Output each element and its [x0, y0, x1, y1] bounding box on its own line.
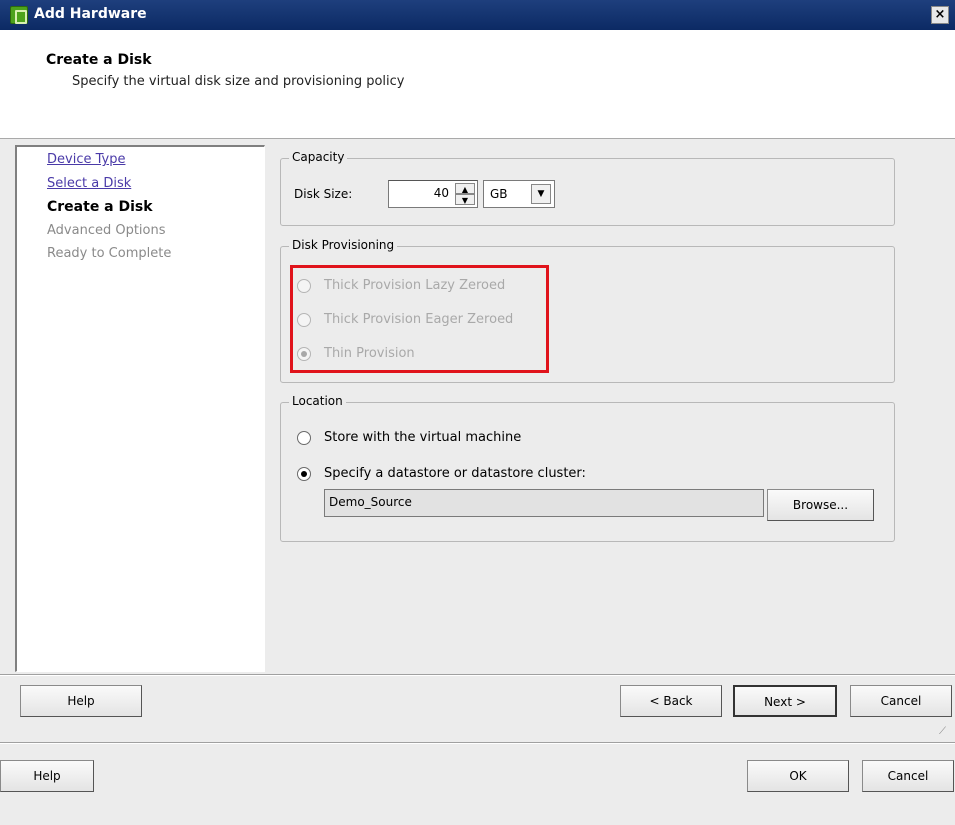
outer-cancel-button[interactable]: Cancel	[862, 760, 954, 792]
radio-button[interactable]	[297, 467, 311, 481]
disk-size-value: 40	[433, 186, 449, 200]
separator	[0, 674, 955, 676]
capacity-legend: Capacity	[289, 150, 348, 164]
wizard-cancel-button[interactable]: Cancel	[850, 685, 952, 717]
radio-label: Store with the virtual machine	[324, 430, 522, 445]
page-subtitle: Specify the virtual disk size and provis…	[72, 74, 405, 89]
wizard-header: Create a Disk Specify the virtual disk s…	[0, 30, 955, 139]
step-advanced-options: Advanced Options	[47, 223, 166, 238]
window-title: Add Hardware	[34, 6, 147, 22]
disk-size-stepper[interactable]: 40 ▲ ▼	[388, 180, 478, 208]
ok-button[interactable]: OK	[747, 760, 849, 792]
radio-label: Specify a datastore or datastore cluster…	[324, 466, 586, 481]
wizard-help-button[interactable]: Help	[20, 685, 142, 717]
step-create-a-disk: Create a Disk	[47, 199, 153, 215]
browse-button[interactable]: Browse...	[767, 489, 874, 521]
disk-size-label: Disk Size:	[294, 187, 353, 201]
page-title: Create a Disk	[46, 52, 152, 68]
outer-help-button[interactable]: Help	[0, 760, 94, 792]
disk-unit-value: GB	[490, 187, 508, 201]
resize-grip-icon[interactable]: ⟋	[939, 726, 951, 738]
datastore-value: Demo_Source	[329, 495, 412, 509]
separator	[0, 742, 955, 744]
next-button[interactable]: Next >	[733, 685, 837, 717]
increment-icon[interactable]: ▲	[455, 183, 475, 194]
datastore-field[interactable]: Demo_Source	[324, 489, 764, 517]
highlight-box	[290, 265, 549, 373]
decrement-icon[interactable]: ▼	[455, 194, 475, 205]
back-button[interactable]: < Back	[620, 685, 722, 717]
step-ready-to-complete: Ready to Complete	[47, 246, 172, 261]
close-button[interactable]: ×	[931, 6, 949, 24]
provisioning-legend: Disk Provisioning	[289, 238, 398, 252]
stepper-arrows[interactable]: ▲ ▼	[455, 183, 475, 205]
wizard-steps-panel: Device Type Select a Disk Create a Disk …	[15, 145, 265, 672]
step-select-a-disk[interactable]: Select a Disk	[47, 176, 131, 191]
disk-unit-select[interactable]: GB ▼	[483, 180, 555, 208]
step-device-type[interactable]: Device Type	[47, 152, 125, 167]
chevron-down-icon[interactable]: ▼	[531, 184, 551, 204]
title-bar: Add Hardware ×	[0, 0, 955, 30]
radio-button[interactable]	[297, 431, 311, 445]
add-hardware-icon	[10, 6, 28, 24]
location-legend: Location	[289, 394, 346, 408]
capacity-group: Capacity	[280, 150, 895, 226]
